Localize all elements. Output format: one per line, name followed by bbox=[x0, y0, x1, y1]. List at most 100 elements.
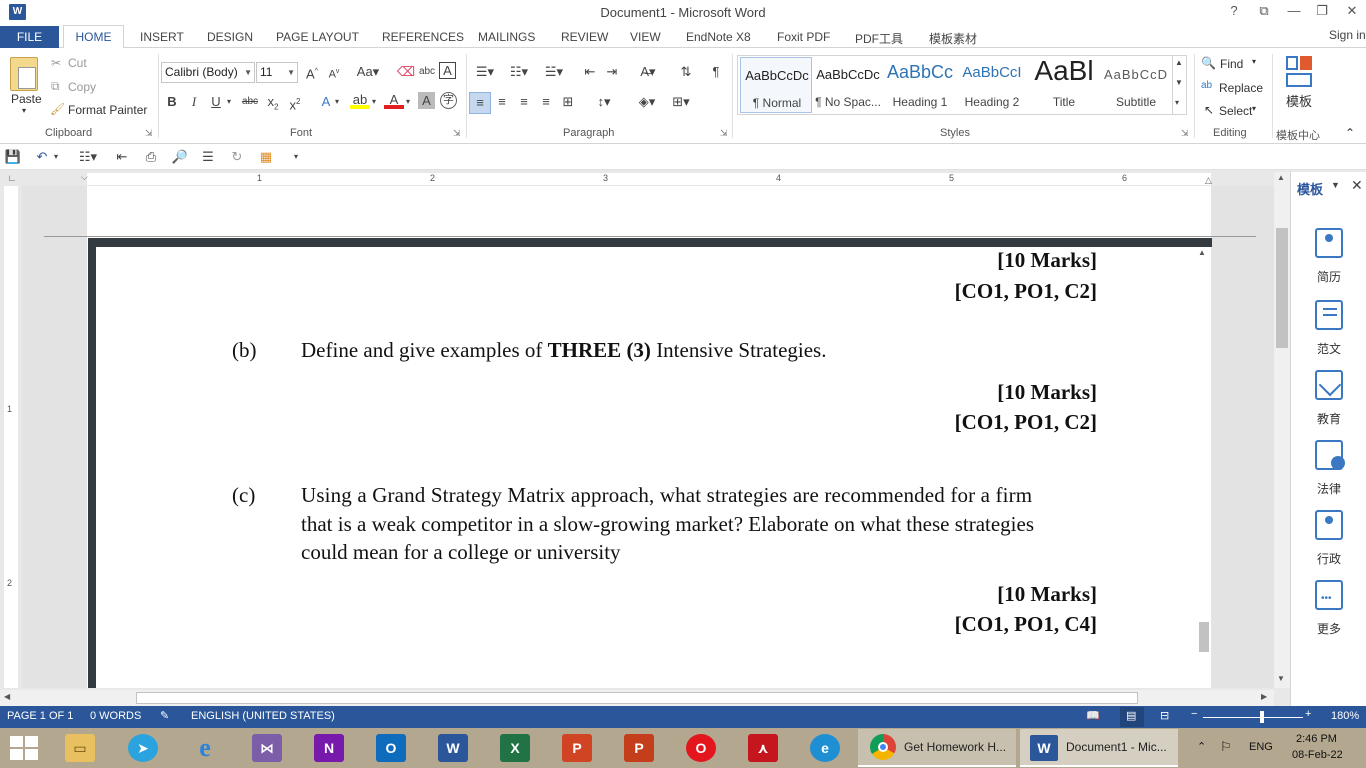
tab-review[interactable]: REVIEW bbox=[561, 30, 608, 44]
pane-item-administration[interactable]: 行政 bbox=[1291, 510, 1366, 570]
minimize-button[interactable]: — bbox=[1282, 3, 1306, 18]
inner-scroll-thumb[interactable] bbox=[1199, 622, 1209, 652]
document-area[interactable]: ▲ [10 Marks] [CO1, PO1, C2] (b) Define a… bbox=[22, 186, 1274, 688]
outlook-icon[interactable]: O bbox=[376, 734, 406, 762]
find-icon[interactable]: 🔍 bbox=[1201, 56, 1216, 70]
undo-icon[interactable]: ↶ bbox=[32, 147, 52, 167]
pane-item-more[interactable]: ••• 更多 bbox=[1291, 580, 1366, 640]
template-button[interactable]: 模板 bbox=[1286, 91, 1312, 110]
help-icon[interactable]: ? bbox=[1222, 3, 1246, 18]
font-family-combo[interactable]: Calibri (Body) ▼ bbox=[161, 62, 255, 83]
align-left-button[interactable]: ≡ bbox=[469, 92, 491, 114]
find-button[interactable]: Find bbox=[1220, 57, 1243, 71]
multilevel-list-icon[interactable]: ☱▾ bbox=[539, 62, 569, 82]
word-count[interactable]: 0 WORDS bbox=[90, 710, 141, 722]
internet-explorer-icon[interactable]: e bbox=[190, 734, 220, 762]
superscript-button[interactable]: x2 bbox=[285, 92, 305, 112]
read-mode-icon[interactable]: 📖 bbox=[1086, 709, 1100, 722]
tab-selector-icon[interactable]: ∟ bbox=[6, 173, 18, 185]
shrink-font-icon[interactable]: Av bbox=[324, 62, 344, 82]
tab-file[interactable]: FILE bbox=[0, 26, 59, 48]
tray-overflow-icon[interactable]: ⌃ bbox=[1197, 740, 1206, 753]
underline-dropdown-icon[interactable]: ▾ bbox=[224, 92, 234, 112]
tab-endnote[interactable]: EndNote X8 bbox=[686, 30, 751, 44]
enclose-characters-icon[interactable]: 字 bbox=[440, 92, 457, 109]
decrease-indent-qat-icon[interactable]: ⇤ bbox=[112, 147, 132, 167]
font-color-icon[interactable]: A bbox=[384, 92, 404, 109]
highlight-dropdown-icon[interactable]: ▾ bbox=[368, 92, 380, 112]
taskbar-word-window[interactable]: W Document1 - Mic... bbox=[1020, 729, 1178, 767]
chevron-down-icon[interactable]: ▼ bbox=[1175, 78, 1183, 87]
style-title[interactable]: AaBl Title bbox=[1028, 55, 1100, 113]
inner-scroll-up-icon[interactable]: ▲ bbox=[1198, 248, 1206, 257]
select-button[interactable]: Select bbox=[1219, 104, 1252, 118]
grow-font-icon[interactable]: A^ bbox=[302, 62, 322, 82]
web-layout-icon[interactable]: ⊟ bbox=[1160, 709, 1169, 722]
character-shading-icon[interactable]: A bbox=[418, 92, 435, 109]
customize-qat-icon[interactable]: ▾ bbox=[286, 147, 306, 167]
chevron-down-icon[interactable]: ▼ bbox=[244, 63, 252, 82]
horizontal-scroll-thumb[interactable] bbox=[136, 692, 1138, 704]
pane-options-icon[interactable]: ▼ bbox=[1331, 180, 1340, 190]
tab-references[interactable]: REFERENCES bbox=[382, 30, 464, 44]
sort-icon[interactable]: ⇅ bbox=[676, 62, 696, 82]
numbering-qat-icon[interactable]: ☷▾ bbox=[74, 147, 102, 167]
decrease-indent-icon[interactable]: ⇤ bbox=[580, 62, 600, 82]
zoom-out-icon[interactable]: − bbox=[1191, 708, 1197, 720]
table-icon[interactable]: ▦ bbox=[256, 147, 276, 167]
style-heading-2[interactable]: AaBbCcI Heading 2 bbox=[956, 57, 1028, 113]
scroll-right-icon[interactable]: ▶ bbox=[1261, 692, 1267, 701]
pane-item-education[interactable]: 教育 bbox=[1291, 370, 1366, 430]
find-dropdown-icon[interactable]: ▾ bbox=[1252, 57, 1256, 66]
signin-link[interactable]: Sign in bbox=[1329, 28, 1366, 42]
zoom-slider[interactable] bbox=[1203, 717, 1303, 718]
align-center-button[interactable]: ≡ bbox=[492, 92, 512, 112]
collapse-ribbon-icon[interactable]: ⌃ bbox=[1345, 126, 1355, 140]
italic-button[interactable]: I bbox=[184, 92, 204, 112]
excel-icon[interactable]: X bbox=[500, 734, 530, 762]
bullets-icon[interactable]: ☰▾ bbox=[471, 62, 499, 82]
onenote-icon[interactable]: N bbox=[314, 734, 344, 762]
chevron-down-icon[interactable]: ▼ bbox=[287, 63, 295, 82]
tab-foxit-pdf[interactable]: Foxit PDF bbox=[777, 30, 830, 44]
opera-icon[interactable]: O bbox=[686, 734, 716, 762]
zoom-slider-thumb[interactable] bbox=[1260, 711, 1264, 723]
tab-view[interactable]: VIEW bbox=[630, 30, 661, 44]
cut-icon[interactable]: ✂ bbox=[51, 56, 61, 70]
styles-scroll[interactable]: ▲ ▼ ▾ bbox=[1172, 56, 1186, 114]
character-border-icon[interactable]: A bbox=[439, 62, 456, 79]
taskbar-chrome-window[interactable]: Get Homework H... bbox=[858, 729, 1016, 767]
tab-page-layout[interactable]: PAGE LAYOUT bbox=[276, 30, 359, 44]
justify-button[interactable]: ≡ bbox=[536, 92, 556, 112]
shading-icon[interactable]: ◈▾ bbox=[632, 92, 662, 112]
maximize-button[interactable]: ❐ bbox=[1310, 3, 1334, 19]
powerpoint-viewer-icon[interactable]: P bbox=[624, 734, 654, 762]
vertical-ruler[interactable]: 1 2 bbox=[4, 186, 18, 688]
show-formatting-marks-icon[interactable]: ¶ bbox=[706, 62, 726, 82]
underline-button[interactable]: U bbox=[206, 92, 226, 112]
language-indicator[interactable]: ENGLISH (UNITED STATES) bbox=[191, 710, 335, 722]
strikethrough-button[interactable]: abc bbox=[240, 92, 260, 112]
format-painter-icon[interactable]: 🖌 bbox=[50, 102, 65, 116]
more-styles-icon[interactable]: ▾ bbox=[1175, 98, 1179, 107]
text-effects-dropdown-icon[interactable]: ▾ bbox=[331, 92, 343, 112]
redo-icon[interactable]: ↻ bbox=[227, 147, 247, 167]
pane-item-sample[interactable]: 范文 bbox=[1291, 300, 1366, 360]
pane-item-law[interactable]: 法律 bbox=[1291, 440, 1366, 500]
template-icon[interactable] bbox=[1284, 56, 1314, 88]
file-explorer-icon[interactable]: ▭ bbox=[65, 734, 95, 762]
bold-button[interactable]: B bbox=[162, 92, 182, 112]
word-taskbar-icon[interactable]: W bbox=[438, 734, 468, 762]
subscript-button[interactable]: x2 bbox=[263, 92, 283, 112]
clock-time[interactable]: 2:46 PM bbox=[1296, 733, 1337, 745]
replace-icon[interactable]: ab bbox=[1201, 80, 1212, 91]
replace-button[interactable]: Replace bbox=[1219, 81, 1263, 95]
line-spacing-icon[interactable]: ↕▾ bbox=[590, 92, 618, 112]
style-heading-1[interactable]: AaBbCc Heading 1 bbox=[884, 57, 956, 113]
highlight-color-icon[interactable]: ab bbox=[350, 92, 370, 109]
first-line-indent-marker[interactable]: ⌵ bbox=[81, 172, 88, 183]
pane-close-icon[interactable]: ✕ bbox=[1351, 177, 1363, 194]
tab-mailings[interactable]: MAILINGS bbox=[478, 30, 535, 44]
asian-layout-icon[interactable]: A̶▾ bbox=[634, 62, 662, 82]
font-size-combo[interactable]: 11 ▼ bbox=[256, 62, 298, 83]
